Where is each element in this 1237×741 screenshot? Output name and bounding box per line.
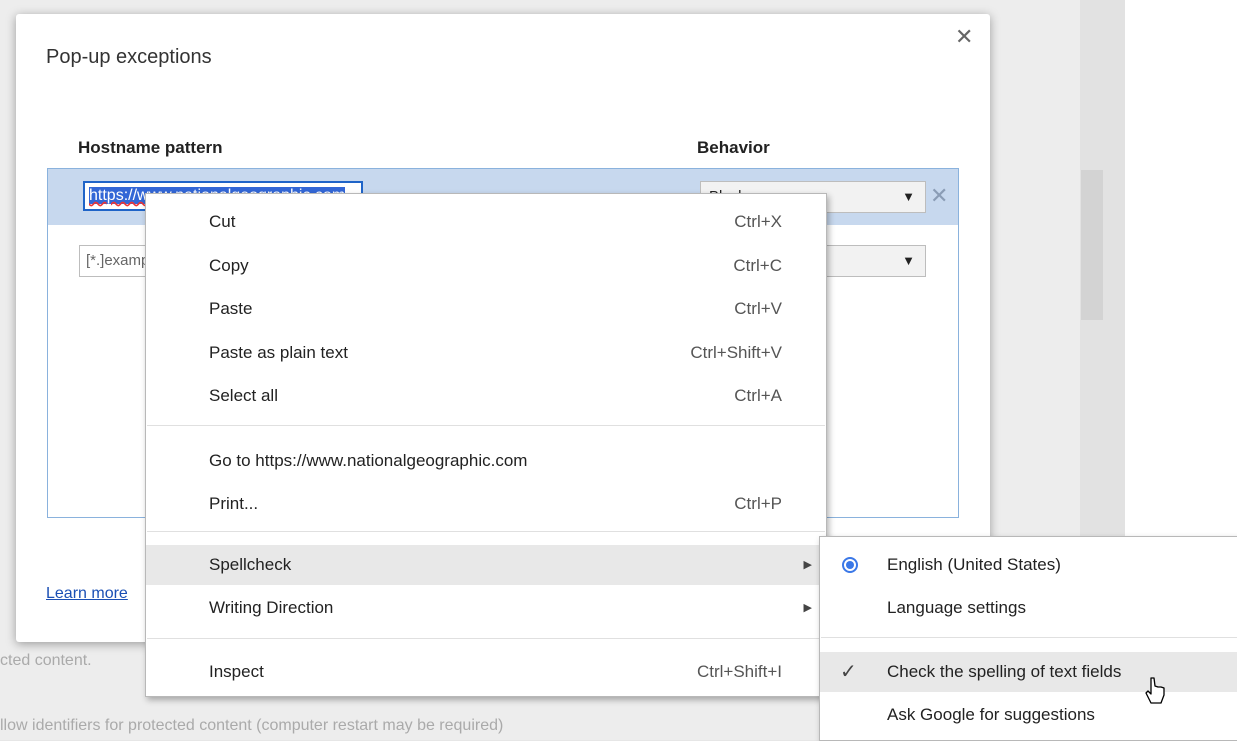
- menu-separator: [147, 638, 825, 639]
- menu-item-label: Paste: [209, 299, 253, 318]
- menu-item-select-all[interactable]: Select all Ctrl+A: [146, 376, 826, 416]
- mouse-pointer-icon: [1145, 677, 1165, 704]
- menu-separator: [821, 637, 1237, 638]
- menu-item-label: Language settings: [887, 598, 1026, 617]
- menu-item-label: Spellcheck: [209, 555, 292, 574]
- submenu-item-ask-google[interactable]: Ask Google for suggestions: [820, 695, 1237, 735]
- menu-item-spellcheck[interactable]: Spellcheck ▶: [146, 545, 826, 585]
- submenu-arrow-icon: ▶: [803, 559, 812, 571]
- menu-item-label: Writing Direction: [209, 598, 334, 617]
- remove-row-icon[interactable]: ✕: [930, 183, 948, 209]
- context-menu: Cut Ctrl+X Copy Ctrl+C Paste Ctrl+V Past…: [145, 193, 827, 697]
- menu-item-cut[interactable]: Cut Ctrl+X: [146, 202, 826, 242]
- page-scrollbar-thumb[interactable]: [1081, 170, 1103, 320]
- menu-item-shortcut: Ctrl+Shift+I: [696, 662, 782, 681]
- dialog-title: Pop-up exceptions: [46, 46, 212, 68]
- menu-separator: [147, 425, 825, 426]
- menu-item-go-to[interactable]: Go to https://www.nationalgeographic.com: [146, 441, 826, 481]
- menu-item-shortcut: Ctrl+P: [734, 494, 782, 513]
- submenu-arrow-icon: ▶: [803, 602, 812, 614]
- menu-item-paste-plain[interactable]: Paste as plain text Ctrl+Shift+V: [146, 333, 826, 373]
- submenu-item-language-settings[interactable]: Language settings: [820, 588, 1237, 628]
- menu-item-label: Go to https://www.nationalgeographic.com: [209, 451, 528, 470]
- learn-more-link[interactable]: Learn more: [46, 585, 128, 603]
- column-header-hostname: Hostname pattern: [78, 138, 223, 157]
- menu-item-inspect[interactable]: Inspect Ctrl+Shift+I: [146, 652, 826, 692]
- menu-item-copy[interactable]: Copy Ctrl+C: [146, 246, 826, 286]
- close-icon[interactable]: ✕: [955, 24, 973, 50]
- radio-selected-icon: [842, 557, 858, 573]
- menu-item-label: Select all: [209, 386, 278, 405]
- menu-item-print[interactable]: Print... Ctrl+P: [146, 484, 826, 524]
- menu-item-shortcut: Ctrl+A: [734, 386, 782, 405]
- submenu-item-english[interactable]: English (United States): [820, 545, 1237, 585]
- menu-item-label: English (United States): [887, 555, 1061, 574]
- column-header-behavior: Behavior: [697, 138, 770, 157]
- spellcheck-submenu: English (United States) Language setting…: [819, 536, 1237, 741]
- menu-item-label: Check the spelling of text fields: [887, 662, 1122, 681]
- chevron-down-icon: ▼: [902, 253, 915, 268]
- menu-item-label: Cut: [209, 212, 236, 231]
- menu-item-label: Copy: [209, 256, 249, 275]
- background-text: llow identifiers for protected content (…: [0, 717, 504, 734]
- menu-item-label: Paste as plain text: [209, 343, 348, 362]
- submenu-item-check-spelling[interactable]: ✓ Check the spelling of text fields: [820, 652, 1237, 692]
- background-text: cted content.: [0, 652, 92, 669]
- menu-item-shortcut: Ctrl+X: [734, 212, 782, 231]
- menu-item-paste[interactable]: Paste Ctrl+V: [146, 289, 826, 329]
- menu-separator: [147, 531, 825, 532]
- chevron-down-icon: ▼: [902, 189, 915, 204]
- menu-item-shortcut: Ctrl+V: [734, 299, 782, 318]
- menu-item-shortcut: Ctrl+Shift+V: [690, 343, 782, 362]
- menu-item-label: Print...: [209, 494, 259, 513]
- menu-item-label: Ask Google for suggestions: [887, 705, 1095, 724]
- menu-item-writing-direction[interactable]: Writing Direction ▶: [146, 588, 826, 628]
- menu-item-label: Inspect: [209, 662, 264, 681]
- menu-item-shortcut: Ctrl+C: [733, 256, 782, 275]
- checkmark-icon: ✓: [840, 661, 857, 683]
